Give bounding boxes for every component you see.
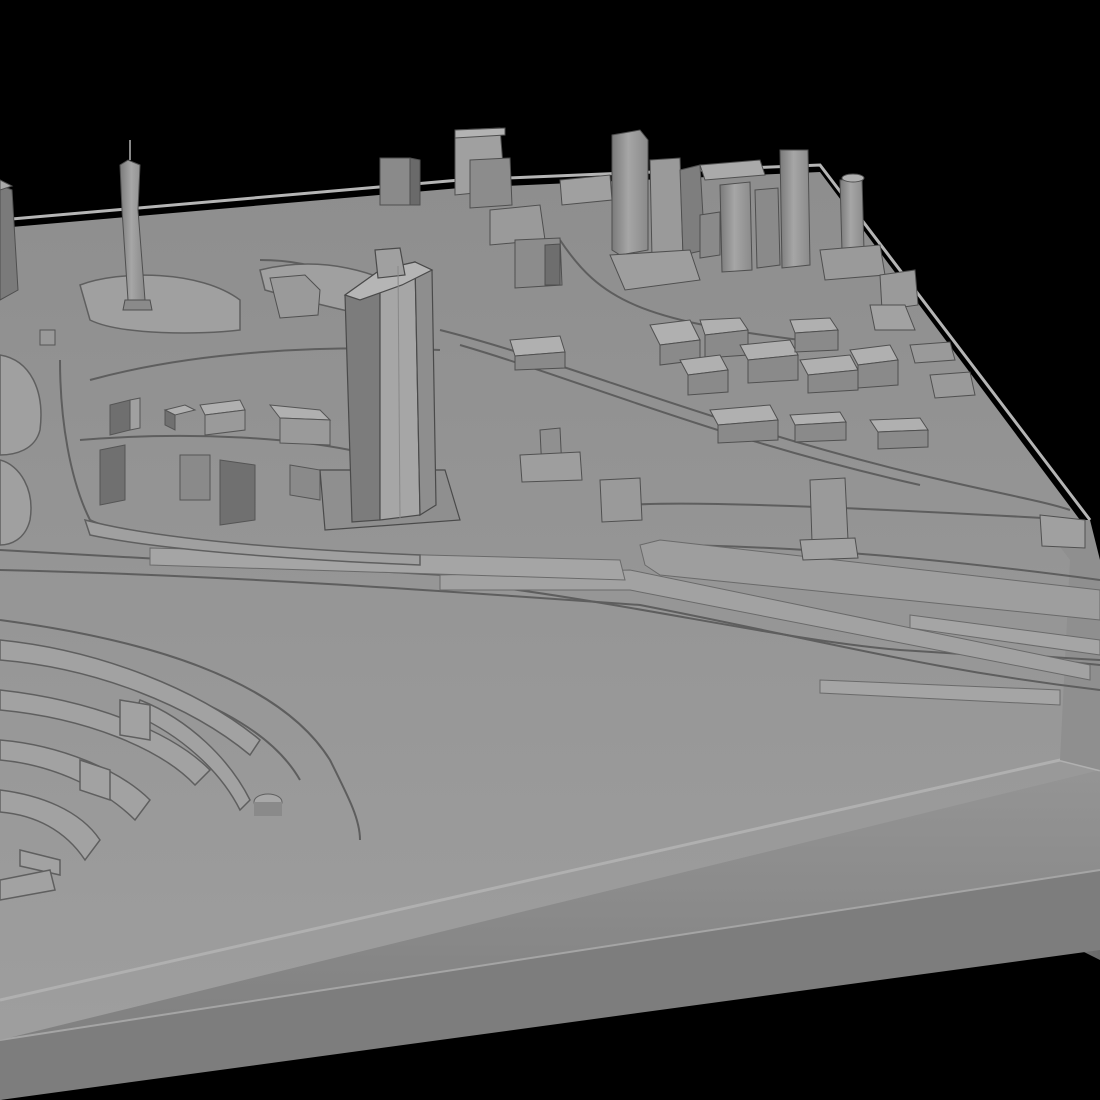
- city-model-render: [0, 0, 1100, 1100]
- city-model-image: [0, 0, 1100, 1100]
- round-kiosk-base: [254, 802, 282, 816]
